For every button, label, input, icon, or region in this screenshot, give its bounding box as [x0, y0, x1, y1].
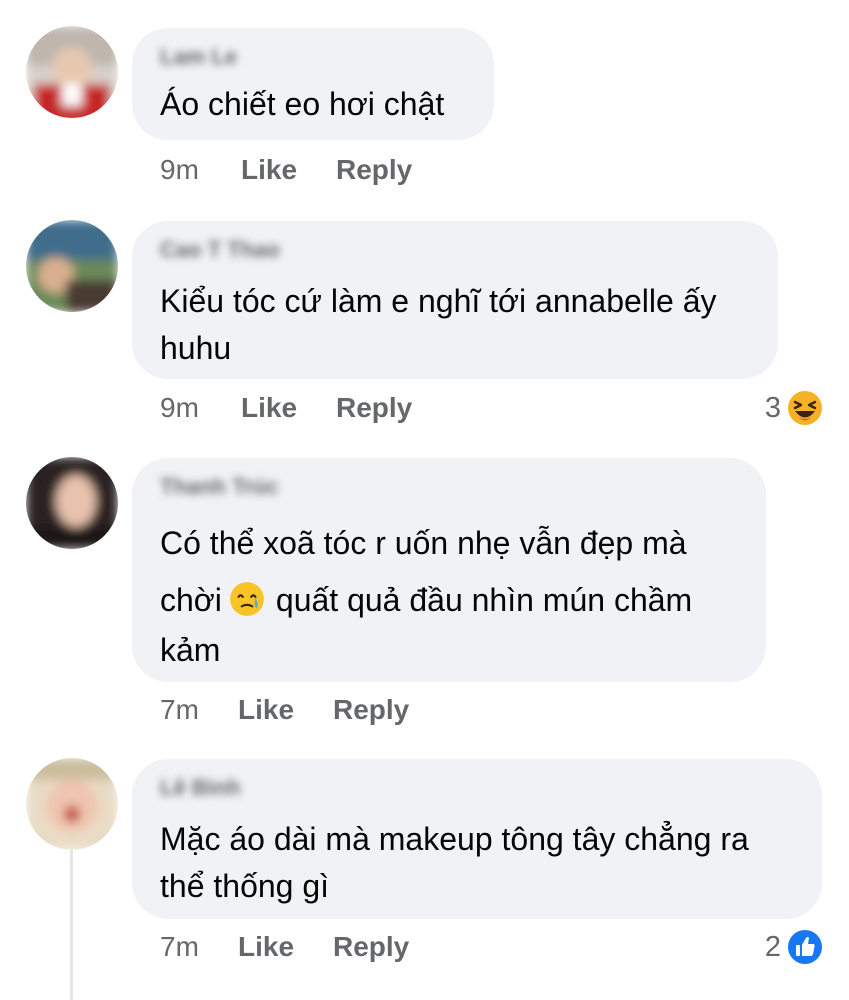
comment-text-fragment: chời: [160, 582, 222, 618]
comment-author[interactable]: Thanh Trúc: [160, 474, 279, 500]
thread-line: [70, 850, 73, 1000]
comment-text-line: Áo chiết eo hơi chật: [160, 86, 445, 122]
avatar[interactable]: [26, 220, 118, 312]
like-button[interactable]: Like: [238, 931, 294, 963]
comment-text: Kiểu tóc cứ làm e nghĩ tới annabelle ấy …: [160, 278, 717, 372]
laughing-emoji-icon: [788, 391, 822, 425]
comment-text-line: Kiểu tóc cứ làm e nghĩ tới annabelle ấy: [160, 283, 717, 319]
comment-bubble: Cao T Thao Kiểu tóc cứ làm e nghĩ tới an…: [132, 221, 778, 379]
comment-author[interactable]: Cao T Thao: [160, 237, 280, 263]
reaction-summary[interactable]: 3: [765, 390, 823, 426]
avatar[interactable]: [26, 26, 118, 118]
reply-button[interactable]: Reply: [333, 694, 409, 726]
comment-text: Có thể xoã tóc r uốn nhẹ vẫn đẹp mà chời…: [160, 516, 692, 670]
comment-text-line: huhu: [160, 330, 232, 366]
comment-text-line: thể thống gì: [160, 868, 330, 904]
comment-text-line: Mặc áo dài mà makeup tông tây chẳng ra: [160, 821, 749, 857]
comment-text-line: kảm: [160, 632, 221, 668]
comment-author[interactable]: Lam Le: [160, 44, 237, 70]
like-button[interactable]: Like: [238, 694, 294, 726]
avatar[interactable]: [26, 457, 118, 549]
reply-button[interactable]: Reply: [336, 154, 412, 186]
comment-bubble: Lê Bình Mặc áo dài mà makeup tông tây ch…: [132, 759, 822, 919]
reply-button[interactable]: Reply: [333, 931, 409, 963]
comment-text-fragment: quất quả đầu nhìn mún chầm: [275, 582, 693, 618]
comment-time[interactable]: 9m: [160, 154, 199, 186]
reply-button[interactable]: Reply: [336, 392, 412, 424]
comment-time[interactable]: 7m: [160, 694, 199, 726]
reaction-summary[interactable]: 2: [765, 929, 823, 965]
crying-smile-emoji-icon: [230, 582, 264, 616]
reaction-count: 2: [764, 930, 781, 963]
reaction-count: 3: [764, 391, 781, 424]
like-button[interactable]: Like: [241, 154, 297, 186]
comment-text-line-2: chời quất quả đầu nhìn mún chầm: [160, 570, 692, 630]
like-button[interactable]: Like: [241, 392, 297, 424]
comment-author[interactable]: Lê Bình: [160, 775, 241, 801]
comment-bubble: Lam Le Áo chiết eo hơi chật: [132, 28, 494, 140]
comment-text: Áo chiết eo hơi chật: [160, 81, 444, 128]
comment-bubble: Thanh Trúc Có thể xoã tóc r uốn nhẹ vẫn …: [132, 458, 766, 682]
comment-text-line: Có thể xoã tóc r uốn nhẹ vẫn đẹp mà: [160, 525, 687, 561]
comment-time[interactable]: 9m: [160, 392, 199, 424]
thumbs-up-icon: [788, 930, 822, 964]
comment-text: Mặc áo dài mà makeup tông tây chẳng ra t…: [160, 816, 749, 910]
comment-time[interactable]: 7m: [160, 931, 199, 963]
avatar[interactable]: [26, 758, 118, 850]
